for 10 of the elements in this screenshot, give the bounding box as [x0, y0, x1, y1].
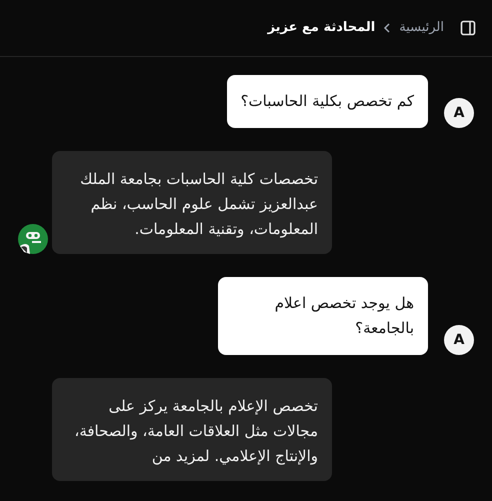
breadcrumb-link[interactable]: الرئيسية	[399, 18, 444, 38]
user-message: كم تخصص بكلية الحاسبات؟	[226, 75, 428, 128]
user-avatar: A	[444, 325, 474, 355]
assistant-message: تخصصات كلية الحاسبات بجامعة الملك عبدالعزيز تشمل علوم الحاسب، نظم المعلومات، وتقنية المعلومات.	[52, 151, 332, 254]
chevron-icon	[383, 23, 392, 33]
assistant-message: تخصص الإعلام بالجامعة يركز على مجالات مثل العلاقات العامة، والصحافة، والإنتاج الإعلامي. لمزيد من	[52, 378, 332, 481]
sidebar-toggle-icon[interactable]	[460, 20, 476, 36]
robot-avatar-icon	[18, 224, 48, 254]
user-avatar: A	[444, 98, 474, 128]
user-message: هل يوجد تخصص اعلام بالجامعة؟	[218, 277, 428, 355]
